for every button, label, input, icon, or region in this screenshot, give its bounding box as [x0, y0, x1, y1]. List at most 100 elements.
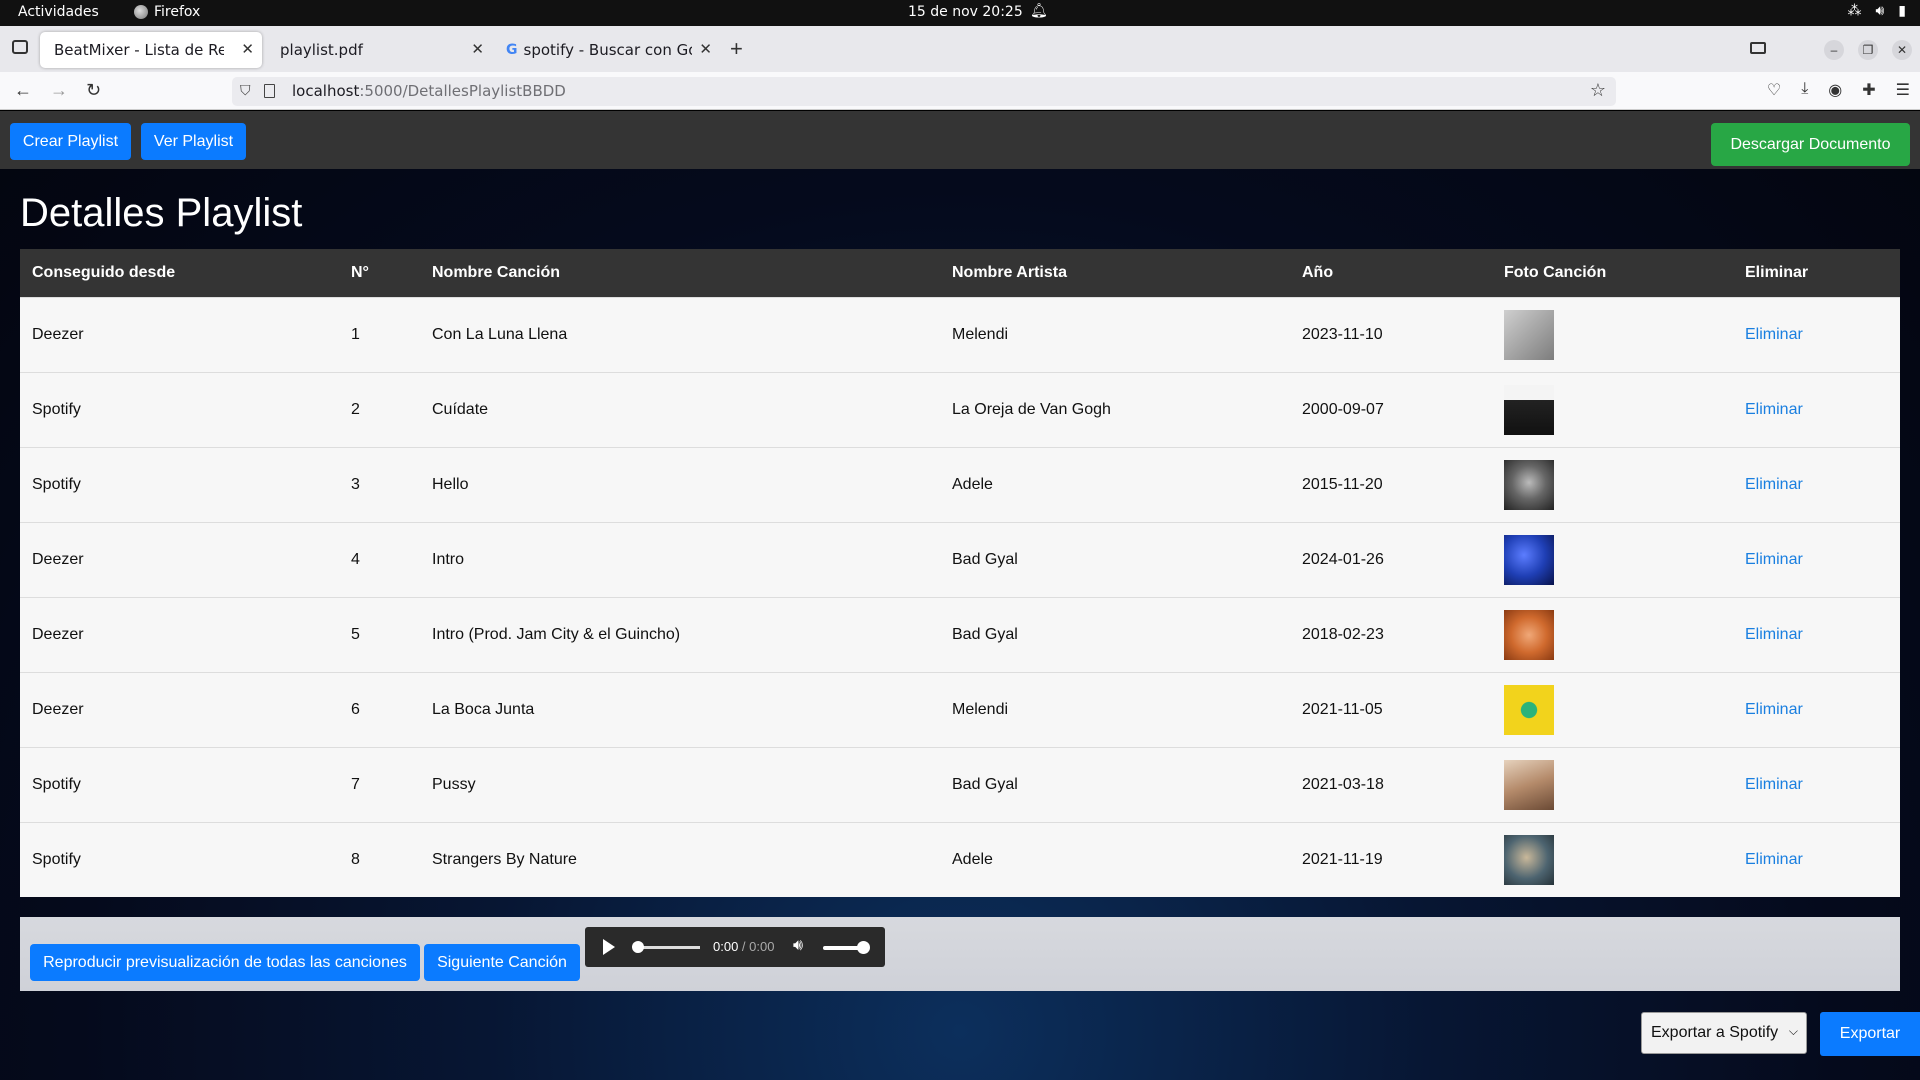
reload-icon[interactable]: ↻: [86, 80, 101, 100]
export-button[interactable]: Exportar: [1820, 1012, 1920, 1056]
list-all-tabs-icon[interactable]: [12, 40, 28, 54]
volume-icon: 🔊︎: [1875, 3, 1885, 19]
number-cell: 2: [351, 401, 360, 418]
table-row: Spotify 8 Strangers By Nature Adele 2021…: [20, 822, 1900, 897]
table-row: Spotify 2 Cuídate La Oreja de Van Gogh 2…: [20, 372, 1900, 447]
artist-cell: La Oreja de Van Gogh: [952, 401, 1111, 418]
app-header: Crear Playlist Ver Playlist Descargar Do…: [0, 111, 1920, 169]
app-menu[interactable]: Firefox: [134, 4, 200, 20]
album-cover-image: [1504, 385, 1554, 435]
close-window-icon[interactable]: ✕: [1892, 40, 1912, 60]
forward-icon[interactable]: →: [50, 80, 68, 100]
speaker-icon[interactable]: 🔊︎: [793, 937, 803, 955]
playlist-table: Conseguido desde N° Nombre Canción Nombr…: [20, 249, 1900, 897]
artist-cell: Adele: [952, 476, 993, 493]
toolbar-icons: ♡ ⤓ ◉ ✚ ☰: [1767, 80, 1910, 100]
year-cell: 2021-11-05: [1302, 701, 1383, 718]
new-tab-icon[interactable]: +: [730, 38, 743, 60]
page-icon[interactable]: [264, 84, 275, 98]
delete-link[interactable]: Eliminar: [1745, 551, 1803, 569]
artist-cell: Adele: [952, 851, 993, 868]
clock[interactable]: 15 de nov 20:25: [908, 4, 1023, 20]
column-header-year: Año: [1302, 264, 1334, 281]
time-display: 0:00 / 0:00: [713, 939, 774, 954]
number-cell: 5: [351, 626, 360, 643]
artist-cell: Bad Gyal: [952, 776, 1018, 793]
seek-handle[interactable]: [632, 941, 644, 953]
next-song-button[interactable]: Siguiente Canción: [424, 944, 580, 981]
artist-cell: Bad Gyal: [952, 551, 1018, 568]
source-cell: Deezer: [32, 701, 84, 718]
system-tray[interactable]: ⁂ 🔊︎ ▮: [1847, 3, 1906, 19]
delete-link[interactable]: Eliminar: [1745, 701, 1803, 719]
pocket-icon[interactable]: ♡: [1767, 80, 1781, 100]
tab-title: BeatMixer - Lista de Reproducción: [54, 41, 224, 59]
column-header-delete: Eliminar: [1745, 264, 1809, 281]
time-separator: /: [738, 939, 750, 954]
song-cell: Strangers By Nature: [432, 851, 577, 868]
close-tab-icon[interactable]: ✕: [699, 40, 712, 58]
album-cover-image: [1504, 685, 1554, 735]
table-header: Conseguido desde N° Nombre Canción Nombr…: [20, 249, 1900, 297]
export-target-value: Exportar a Spotify: [1651, 1024, 1779, 1041]
album-cover-image: [1504, 760, 1554, 810]
bookmark-star-icon[interactable]: ☆: [1590, 80, 1606, 101]
url-bar[interactable]: ⛉ localhost:5000/DetallesPlaylistBBDD ☆: [232, 77, 1616, 106]
url-text[interactable]: localhost:5000/DetallesPlaylistBBDD: [292, 82, 566, 100]
chevron-down-icon: ⌵: [1788, 1024, 1798, 1038]
tab-beatmixer[interactable]: BeatMixer - Lista de Reproducción ✕: [40, 32, 262, 68]
table-row: Deezer 5 Intro (Prod. Jam City & el Guin…: [20, 597, 1900, 672]
delete-link[interactable]: Eliminar: [1745, 326, 1803, 344]
restore-icon[interactable]: ❐: [1858, 40, 1878, 60]
back-icon[interactable]: ←: [14, 80, 32, 100]
close-tab-icon[interactable]: ✕: [471, 40, 484, 58]
column-header-artist: Nombre Artista: [952, 264, 1067, 281]
column-header-song: Nombre Canción: [432, 264, 561, 281]
create-playlist-button[interactable]: Crear Playlist: [10, 123, 131, 160]
firefox-icon: [134, 5, 148, 19]
number-cell: 4: [351, 551, 360, 568]
album-cover-image: [1504, 535, 1554, 585]
window-icon[interactable]: [1750, 42, 1766, 54]
download-document-button[interactable]: Descargar Documento: [1711, 123, 1910, 166]
year-cell: 2018-02-23: [1302, 626, 1384, 643]
year-cell: 2000-09-07: [1302, 401, 1384, 418]
close-tab-icon[interactable]: ✕: [241, 40, 254, 58]
source-cell: Deezer: [32, 551, 84, 568]
song-cell: Intro: [432, 551, 465, 568]
minimize-icon[interactable]: –: [1824, 40, 1844, 60]
artist-cell: Melendi: [952, 326, 1009, 343]
extensions-icon[interactable]: ✚: [1862, 80, 1875, 100]
source-cell: Spotify: [32, 776, 81, 793]
delete-link[interactable]: Eliminar: [1745, 776, 1803, 794]
song-cell: La Boca Junta: [432, 701, 535, 718]
song-cell: Con La Luna Llena: [432, 326, 568, 343]
artist-cell: Melendi: [952, 701, 1009, 718]
source-cell: Spotify: [32, 851, 81, 868]
account-icon[interactable]: ◉: [1828, 80, 1842, 100]
album-cover-image: [1504, 835, 1554, 885]
delete-link[interactable]: Eliminar: [1745, 476, 1803, 494]
tab-google-search[interactable]: G spotify - Buscar con Google ✕: [498, 32, 720, 68]
export-target-select[interactable]: Exportar a Spotify ⌵: [1641, 1012, 1807, 1054]
play-icon[interactable]: [603, 939, 615, 955]
delete-link[interactable]: Eliminar: [1745, 851, 1803, 869]
artist-cell: Bad Gyal: [952, 626, 1018, 643]
table-row: Deezer 1 Con La Luna Llena Melendi 2023-…: [20, 297, 1900, 372]
menu-icon[interactable]: ☰: [1896, 80, 1910, 100]
activities-button[interactable]: Actividades: [18, 4, 99, 20]
album-cover-image: [1504, 310, 1554, 360]
url-host: localhost: [292, 82, 360, 100]
view-playlist-button[interactable]: Ver Playlist: [141, 123, 246, 160]
page-content: Crear Playlist Ver Playlist Descargar Do…: [0, 111, 1920, 1080]
notification-bell-icon: 🔔︎: [1030, 3, 1048, 19]
tab-playlist-pdf[interactable]: playlist.pdf ✕: [270, 32, 492, 68]
shield-icon[interactable]: ⛉: [240, 83, 251, 99]
column-header-source: Conseguido desde: [32, 264, 176, 281]
delete-link[interactable]: Eliminar: [1745, 401, 1803, 419]
volume-handle[interactable]: [857, 941, 870, 954]
source-cell: Deezer: [32, 626, 84, 643]
preview-all-songs-button[interactable]: Reproducir previsualización de todas las…: [30, 944, 420, 981]
delete-link[interactable]: Eliminar: [1745, 626, 1803, 644]
download-icon[interactable]: ⤓: [1801, 80, 1808, 100]
